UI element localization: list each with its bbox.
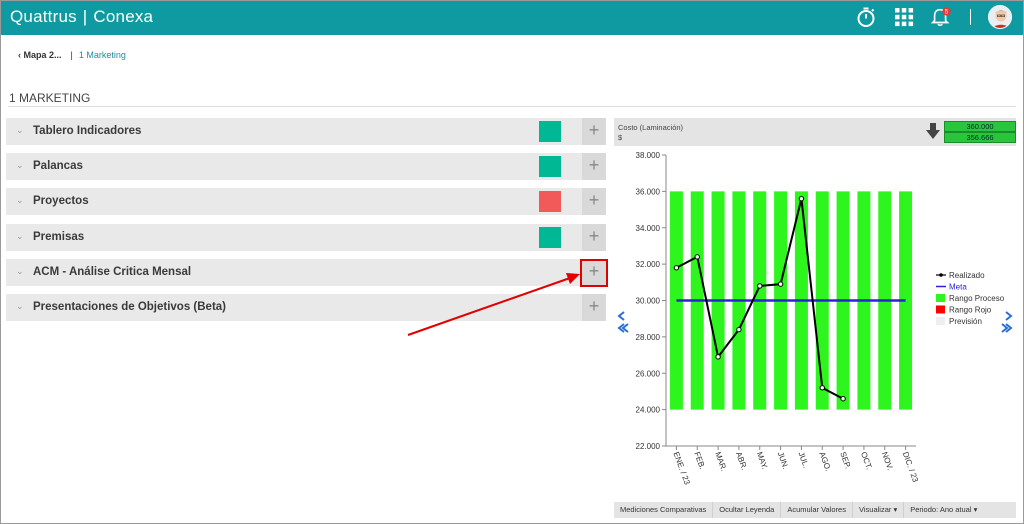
breadcrumb: ‹ Mapa 2... | 1 Marketing [18,50,126,60]
realizado-point [840,396,846,402]
legend-swatch [936,305,945,314]
x-tick-label: FEB. [692,451,707,471]
y-tick-label: 30.000 [636,297,661,306]
section-label: Tablero Indicadores [33,125,142,137]
x-tick-label: NOV. [880,451,895,472]
status-indicator-green [539,156,561,177]
periodo-dropdown[interactable]: Periodo: Ano atual ▾ [904,502,983,518]
add-button[interactable]: + [582,153,606,180]
realizado-point [694,254,700,260]
legend-swatch [936,294,945,302]
y-tick-label: 22.000 [636,442,661,451]
page-title: 1 MARKETING [9,91,91,105]
add-button[interactable]: + [582,118,606,145]
status-indicator-red [539,191,561,212]
breadcrumb-separator: | [70,50,73,60]
section-premisas[interactable]: ⌄ Premisas + [6,224,606,251]
chevron-down-icon: ⌄ [16,160,24,170]
notification-bell-icon[interactable]: 5 [930,6,952,28]
section-label: Proyectos [33,195,89,207]
realizado-point [819,385,825,391]
app-brand[interactable]: Quattrus | Conexa [10,7,153,27]
legend-label: Meta [949,283,967,292]
section-label: Palancas [33,160,83,172]
legend-label: Rango Rojo [949,306,992,315]
annotation-arrow [407,273,580,336]
top-bar: Quattrus | Conexa 5 [0,0,1024,35]
section-proyectos[interactable]: ⌄ Proyectos + [6,188,606,215]
x-tick-label: MAR. [713,451,728,473]
status-indicator-green [539,227,561,248]
section-label: ACM - Análise Critica Mensal [33,266,192,278]
line-chart: 22.000 24.000 26.000 28.000 30.000 32.000 34.0… [617,151,1013,487]
y-tick-label: 28.000 [636,333,661,342]
brand-left: Quattrus [10,7,77,26]
chevron-down-icon: ⌄ [16,195,24,205]
y-tick-label: 38.000 [636,151,661,160]
title-divider [8,106,1016,107]
chevron-down-icon: ⌄ [16,301,24,311]
prev-period-icon[interactable] [617,311,625,321]
value-target: 360.000 [944,121,1016,132]
ocultar-leyenda-button[interactable]: Ocultar Leyenda [713,502,782,518]
y-tick-label: 34.000 [636,224,661,233]
legend-swatch [936,317,945,325]
chart-toolbar: Mediciones Comparativas Ocultar Leyenda … [614,502,1016,518]
x-tick-label: AGO. [817,451,832,473]
first-period-icon[interactable] [617,323,629,333]
download-arrow-icon[interactable] [926,123,940,139]
stopwatch-icon[interactable] [855,6,877,28]
realizado-point [715,354,721,360]
chart-area: 22.000 24.000 26.000 28.000 30.000 32.000 34.0… [614,146,1016,502]
realizado-point [736,326,742,333]
chevron-down-icon: ⌄ [16,125,24,135]
legend-label: Rango Proceso [949,294,1005,303]
add-button[interactable]: + [582,224,606,251]
chart-unit: $ [618,133,623,142]
section-label: Presentaciones de Objetivos (Beta) [33,301,227,313]
x-tick-label: OCT. [859,451,874,471]
section-label: Premisas [33,231,85,243]
realizado-point [777,281,784,287]
legend-realizado-dot [939,273,943,277]
acumular-valores-button[interactable]: Acumular Valores [781,502,853,518]
breadcrumb-current[interactable]: 1 Marketing [79,50,126,60]
mediciones-comparativas-button[interactable]: Mediciones Comparativas [614,502,714,518]
status-indicator-green [539,121,561,142]
x-tick-label: JUN. [776,451,791,471]
chevron-down-icon: ⌄ [16,266,24,276]
chart-header: Costo (Laminación) $ 360.000 356.666 [614,118,1016,146]
x-tick-label: MAY. [755,451,770,471]
breadcrumb-back-label: Mapa 2... [23,50,62,60]
x-tick-label: ABR. [734,451,749,472]
legend-label: Previsión [949,317,982,326]
realizado-point [798,195,805,202]
section-palancas[interactable]: ⌄ Palancas + [6,153,606,180]
user-avatar[interactable] [988,5,1012,29]
y-tick-label: 24.000 [636,406,661,415]
next-period-icon[interactable] [1005,311,1013,321]
realizado-point [757,283,763,289]
realizado-point [673,265,680,271]
x-tick-label: SEP. [838,451,852,470]
visualizar-dropdown[interactable]: Visualizar ▾ [853,502,905,518]
apps-grid-icon[interactable] [893,6,915,28]
x-tick-label: DIC. / 23 [901,451,920,484]
section-tablero-indicadores[interactable]: ⌄ Tablero Indicadores + [6,118,606,145]
legend-label: Realizado [949,271,985,280]
value-actual: 356.666 [944,132,1016,143]
y-tick-label: 32.000 [636,260,661,269]
x-tick-label: ENE. / 23 [672,451,692,487]
chevron-down-icon: ⌄ [16,231,24,241]
brand-separator: | [82,7,88,26]
topbar-divider [970,9,971,25]
y-tick-label: 26.000 [636,369,661,378]
x-tick-label: JUL. [797,451,811,470]
last-period-icon[interactable] [1001,323,1013,333]
brand-right: Conexa [93,7,154,26]
add-button[interactable]: + [582,188,606,215]
y-tick-label: 36.000 [636,187,661,196]
breadcrumb-back-link[interactable]: ‹ Mapa 2... [18,50,62,60]
chart-title: Costo (Laminación) [618,123,684,132]
